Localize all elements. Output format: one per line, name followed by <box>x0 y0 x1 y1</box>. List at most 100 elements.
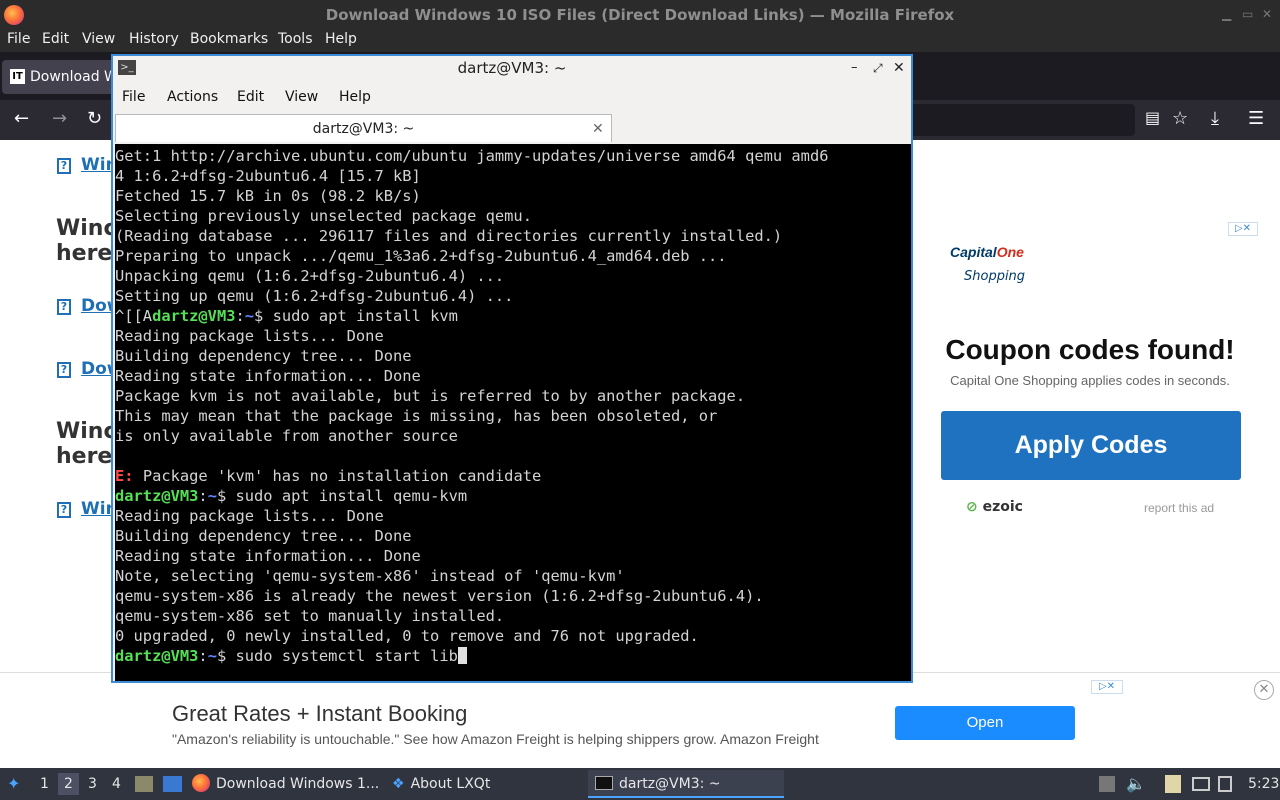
report-ad-link[interactable]: report this ad <box>1144 501 1214 515</box>
minimize-icon[interactable]: ▁ <box>1222 7 1231 21</box>
back-icon[interactable]: ← <box>14 108 29 129</box>
forward-icon[interactable]: → <box>52 108 67 129</box>
ad-choices-icon[interactable]: ▷✕ <box>1091 680 1123 694</box>
terminal-icon <box>595 776 613 790</box>
bookmark-star-icon[interactable]: ☆ <box>1172 108 1188 129</box>
ad-subtext: Capital One Shopping applies codes in se… <box>950 373 1230 388</box>
terminal-line: Fetched 15.7 kB in 0s (98.2 kB/s) <box>115 187 421 205</box>
terminal-app-icon: >_ <box>118 60 136 75</box>
terminal-line: qemu-system-x86 is already the newest ve… <box>115 587 764 605</box>
ezoic-logo: ⊘ ezoic <box>966 499 1023 515</box>
terminal-line: 0 upgraded, 0 newly installed, 0 to remo… <box>115 627 699 645</box>
close-ad-icon[interactable]: ✕ <box>1254 680 1274 700</box>
storage-icon[interactable] <box>1099 776 1115 792</box>
window-title: Download Windows 10 ISO Files (Direct Do… <box>325 6 955 24</box>
clock: 5:23 <box>1248 776 1280 792</box>
close-icon[interactable]: ✕ <box>1262 7 1272 21</box>
terminal-line: Reading package lists... Done <box>115 327 384 345</box>
terminal-line: Note, selecting 'qemu-system-x86' instea… <box>115 567 625 585</box>
terminal-line: Get:1 http://archive.ubuntu.com/ubuntu j… <box>115 147 829 165</box>
url-bar[interactable] <box>910 104 1135 136</box>
menu-edit[interactable]: Edit <box>237 89 264 105</box>
ad-headline: Coupon codes found! <box>945 334 1235 365</box>
terminal-line: Unpacking qemu (1:6.2+dfsg-2ubuntu6.4) .… <box>115 267 505 285</box>
link-icon: ? <box>57 299 71 315</box>
reader-view-icon[interactable]: ▤ <box>1145 108 1160 127</box>
ad-title[interactable]: Great Rates + Instant Booking <box>172 701 467 727</box>
terminal-title-bar: >_ dartz@VM3: ~ – ⤢ ✕ <box>113 56 911 80</box>
ad-description: "Amazon's reliability is untouchable." S… <box>172 731 819 747</box>
task-about-lxqt[interactable]: ❖ About LXQt <box>392 770 572 798</box>
terminal-menu-bar: File Actions Edit View Help <box>113 82 911 112</box>
shopping-label: Shopping <box>964 269 1026 284</box>
terminal-line: is only available from another source <box>115 427 458 445</box>
section-heading: Winc here <box>56 216 117 266</box>
menu-bookmarks[interactable]: Bookmarks <box>190 31 268 47</box>
terminal-line: ^[[Adartz@VM3:~$ sudo apt install kvm <box>115 307 458 325</box>
clipboard-icon[interactable] <box>1165 775 1181 793</box>
menu-help[interactable]: Help <box>339 89 371 105</box>
terminal-line: This may mean that the package is missin… <box>115 407 718 425</box>
firefox-menu-bar: File Edit View History Bookmarks Tools H… <box>0 30 1280 52</box>
terminal-window-title: dartz@VM3: ~ <box>457 59 567 77</box>
terminal-line: Reading state information... Done <box>115 367 421 385</box>
terminal-line: Reading state information... Done <box>115 547 421 565</box>
lxqt-menu-icon[interactable]: ✦ <box>7 774 20 793</box>
menu-file[interactable]: File <box>122 89 145 105</box>
menu-file[interactable]: File <box>7 31 30 47</box>
close-icon[interactable]: ✕ <box>893 56 905 80</box>
terminal-line: Building dependency tree... Done <box>115 347 412 365</box>
open-button[interactable]: Open <box>895 706 1075 740</box>
terminal-line: E: Package 'kvm' has no installation can… <box>115 467 542 485</box>
apply-codes-button[interactable]: Apply Codes <box>941 411 1241 480</box>
hamburger-menu-icon[interactable]: ☰ <box>1248 108 1264 129</box>
maximize-icon[interactable]: ⤢ <box>873 56 883 80</box>
task-terminal[interactable]: dartz@VM3: ~ <box>588 770 784 798</box>
terminal-line: Building dependency tree... Done <box>115 527 412 545</box>
reload-icon[interactable]: ↻ <box>87 108 102 129</box>
terminal-tab[interactable]: dartz@VM3: ~ ✕ <box>115 114 612 142</box>
amazon-freight-ad: Great Rates + Instant Booking "Amazon's … <box>155 680 1125 768</box>
maximize-icon[interactable]: ▭ <box>1242 7 1253 21</box>
text-cursor <box>457 647 467 664</box>
downloads-icon[interactable]: ⤓ <box>1211 108 1219 129</box>
workspace-2[interactable]: 2 <box>58 773 79 795</box>
link-icon: ? <box>57 502 71 518</box>
menu-actions[interactable]: Actions <box>167 89 218 105</box>
terminal-line: 4 1:6.2+dfsg-2ubuntu6.4 [15.7 kB] <box>115 167 421 185</box>
lxqt-panel: ✦ 1 2 3 4 Download Windows 1... ❖ About L… <box>0 768 1280 800</box>
ad-choices-icon[interactable]: ▷✕ <box>1228 222 1258 236</box>
terminal-line: Package kvm is not available, but is ref… <box>115 387 746 405</box>
menu-help[interactable]: Help <box>325 31 357 47</box>
volume-icon[interactable]: 🔈 <box>1126 774 1146 793</box>
workspace-3[interactable]: 3 <box>88 776 97 792</box>
file-manager-icon[interactable] <box>135 776 153 792</box>
menu-tools[interactable]: Tools <box>278 31 313 47</box>
ezoic-check-icon: ⊘ <box>966 499 978 515</box>
terminal-line: (Reading database ... 296117 files and d… <box>115 227 783 245</box>
menu-view[interactable]: View <box>285 89 318 105</box>
section-heading: Winc here <box>56 419 117 469</box>
lxqt-icon: ❖ <box>392 776 405 792</box>
menu-history[interactable]: History <box>129 31 179 47</box>
screen-icon[interactable] <box>1192 777 1210 791</box>
menu-edit[interactable]: Edit <box>42 31 69 47</box>
terminal-screen[interactable]: Get:1 http://archive.ubuntu.com/ubuntu j… <box>115 144 911 681</box>
firefox-title-bar: Download Windows 10 ISO Files (Direct Do… <box>0 0 1280 30</box>
workspace-1[interactable]: 1 <box>40 776 49 792</box>
workspace-4[interactable]: 4 <box>112 776 121 792</box>
firefox-logo-icon <box>4 5 24 25</box>
menu-view[interactable]: View <box>82 31 115 47</box>
firefox-icon <box>192 774 210 792</box>
task-firefox[interactable]: Download Windows 1... <box>192 770 382 798</box>
link-icon: ? <box>57 158 71 174</box>
terminal-line: qemu-system-x86 set to manually installe… <box>115 607 505 625</box>
terminal-line: dartz@VM3:~$ sudo apt install qemu-kvm <box>115 487 468 505</box>
minimize-icon[interactable]: – <box>851 56 858 80</box>
removable-media-icon[interactable] <box>1218 776 1232 792</box>
site-favicon-icon: IT <box>10 69 25 84</box>
link-icon: ? <box>57 362 71 378</box>
show-desktop-icon[interactable] <box>163 776 182 792</box>
close-tab-icon[interactable]: ✕ <box>592 115 604 143</box>
terminal-line: Preparing to unpack .../qemu_1%3a6.2+dfs… <box>115 247 727 265</box>
